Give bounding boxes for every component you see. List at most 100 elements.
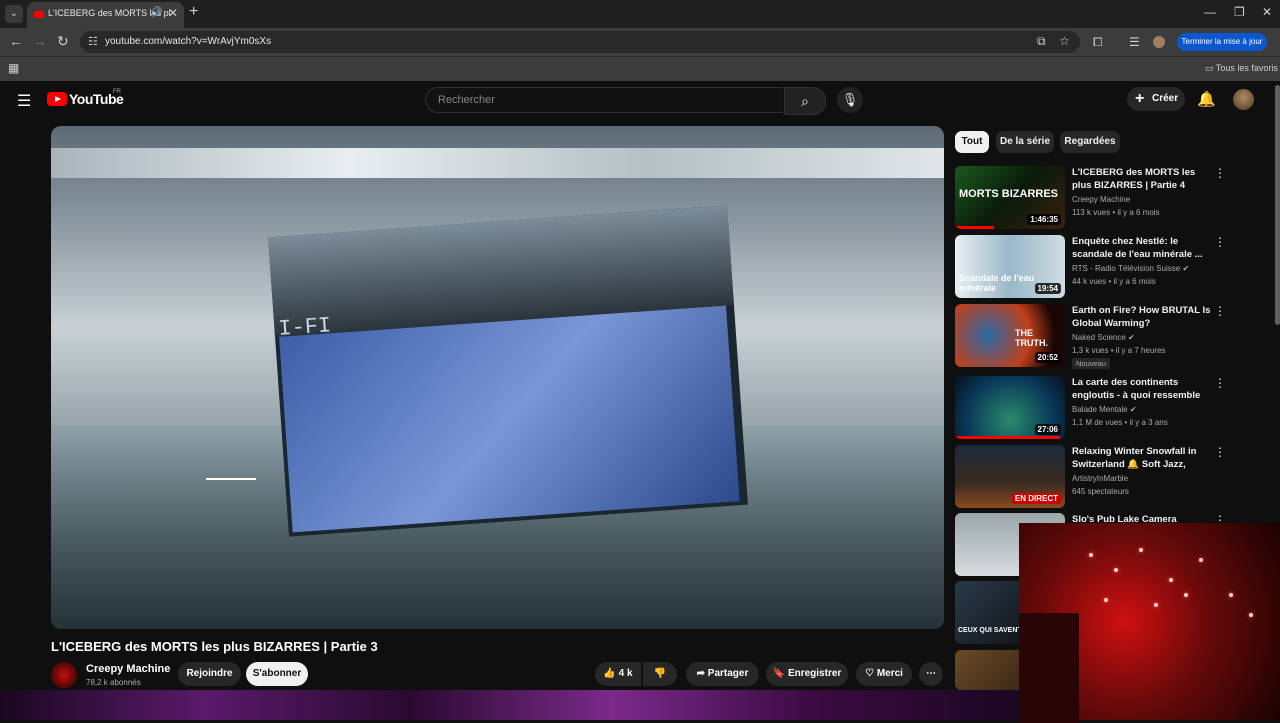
duration-badge: 20:52 bbox=[1034, 352, 1061, 363]
new-tab-icon[interactable]: + bbox=[189, 3, 198, 21]
account-avatar[interactable] bbox=[1233, 89, 1254, 110]
youtube-favicon-icon bbox=[34, 11, 44, 18]
search-box bbox=[425, 87, 783, 113]
more-vertical-icon[interactable]: ⋮ bbox=[1214, 166, 1226, 180]
page-scrollbar[interactable] bbox=[1275, 85, 1280, 325]
url-text: youtube.com/watch?v=WrAvjYm0sXs bbox=[105, 36, 272, 47]
recommendation-channel[interactable]: RTS - Radio Télévision Suisse ✔ bbox=[1072, 264, 1189, 273]
photo-water bbox=[279, 305, 740, 533]
recommendation-title[interactable]: Earth on Fire? How BRUTAL Is Global Warm… bbox=[1072, 304, 1212, 330]
recommendation-meta: 1,3 k vues • il y a 7 heures bbox=[1072, 346, 1166, 355]
webcam-pc-silhouette bbox=[1019, 613, 1079, 723]
recommendation-title[interactable]: Relaxing Winter Snowfall in Switzerland … bbox=[1072, 445, 1212, 472]
audio-playing-icon[interactable]: 🔊 bbox=[150, 7, 162, 18]
more-vertical-icon[interactable]: ⋮ bbox=[1214, 445, 1226, 459]
duration-badge: 1:46:35 bbox=[1027, 214, 1061, 225]
browser-tab[interactable]: L'ICEBERG des MORTS les plus BIZARRES | … bbox=[27, 2, 184, 28]
recommendation-meta: 44 k vues • il y a 6 mois bbox=[1072, 277, 1156, 286]
channel-name[interactable]: Creepy Machine bbox=[86, 663, 170, 675]
fairy-light bbox=[1104, 598, 1108, 602]
recommendation-title[interactable]: La carte des continents engloutis - à qu… bbox=[1072, 376, 1212, 403]
join-button[interactable]: Rejoindre bbox=[178, 662, 241, 686]
list-item[interactable]: EN DIRECT Relaxing Winter Snowfall in Sw… bbox=[955, 445, 1275, 509]
reading-list-icon[interactable]: ☰ bbox=[1129, 35, 1140, 49]
recommendation-title[interactable]: Enquête chez Nestlé: le scandale de l'ea… bbox=[1072, 235, 1212, 261]
recommendation-channel[interactable]: Balade Mentale ✔ bbox=[1072, 405, 1137, 414]
bookmark-star-icon[interactable]: ☆ bbox=[1059, 34, 1070, 48]
create-label: Créer bbox=[1152, 93, 1179, 104]
minimize-icon[interactable]: — bbox=[1204, 5, 1216, 19]
fairy-light bbox=[1249, 613, 1253, 617]
video-player[interactable]: I-FI bbox=[51, 126, 944, 629]
list-item[interactable]: MORTS BIZARRES 1:46:35 L'ICEBERG des MOR… bbox=[955, 166, 1275, 230]
video-frame-sky bbox=[51, 148, 944, 178]
duration-badge: 27:06 bbox=[1034, 424, 1061, 435]
profile-avatar[interactable] bbox=[1153, 36, 1165, 48]
extensions-icon[interactable]: ⧠ bbox=[1093, 35, 1103, 50]
recommendation-channel[interactable]: Naked Science ✔ bbox=[1072, 333, 1135, 342]
description-area-overlay bbox=[0, 690, 1020, 720]
share-button[interactable]: ➦ Partager bbox=[686, 662, 759, 686]
more-actions-button[interactable]: ⋯ bbox=[919, 662, 943, 686]
youtube-logo-icon[interactable] bbox=[47, 92, 67, 106]
back-icon[interactable]: ← bbox=[9, 33, 23, 49]
chip-watched[interactable]: Regardées bbox=[1060, 131, 1120, 153]
thanks-button[interactable]: ♡ Merci bbox=[856, 662, 912, 686]
video-overlay-text: I-FI bbox=[277, 313, 333, 342]
fairy-light bbox=[1114, 568, 1118, 572]
watch-progress-bar bbox=[955, 436, 1060, 439]
like-count: 4 k bbox=[618, 668, 633, 679]
video-thumbnail[interactable]: Scandale de l'eau minérale 19:54 bbox=[955, 235, 1065, 298]
restore-icon[interactable]: ❐ bbox=[1234, 5, 1245, 19]
all-bookmarks[interactable]: ▭ Tous les favoris bbox=[1205, 63, 1278, 74]
create-button[interactable]: + Créer bbox=[1127, 87, 1185, 111]
video-light-streak bbox=[206, 478, 256, 480]
reload-icon[interactable]: ↻ bbox=[57, 33, 69, 50]
thanks-icon: ♡ bbox=[865, 668, 875, 679]
update-button[interactable]: Terminer la mise à jour bbox=[1177, 33, 1267, 51]
channel-name-text: RTS - Radio Télévision Suisse bbox=[1072, 264, 1181, 273]
duration-badge: 19:54 bbox=[1034, 283, 1061, 294]
chip-all[interactable]: Tout bbox=[955, 131, 989, 153]
dislike-button[interactable]: 👎 bbox=[643, 662, 677, 686]
more-vertical-icon[interactable]: ⋮ bbox=[1214, 376, 1226, 390]
recommendation-channel[interactable]: ArtistryInMarble bbox=[1072, 474, 1128, 483]
subscribe-button[interactable]: S'abonner bbox=[246, 662, 308, 686]
more-vertical-icon[interactable]: ⋮ bbox=[1214, 304, 1226, 318]
site-info-icon[interactable]: ☷ bbox=[88, 35, 98, 48]
plus-icon: + bbox=[1135, 90, 1145, 107]
fairy-light bbox=[1199, 558, 1203, 562]
close-tab-icon[interactable]: ✕ bbox=[168, 6, 178, 20]
save-button[interactable]: 🔖 Enregistrer bbox=[766, 662, 848, 686]
hamburger-menu-icon[interactable]: ☰ bbox=[17, 91, 31, 111]
video-title: L'ICEBERG des MORTS les plus BIZARRES | … bbox=[51, 639, 378, 654]
notifications-bell-icon[interactable]: 🔔 bbox=[1197, 90, 1216, 108]
bookmarks-bar: ▦ ▭ Tous les favoris bbox=[0, 56, 1280, 81]
forward-icon[interactable]: → bbox=[33, 33, 47, 49]
video-thumbnail[interactable]: 27:06 bbox=[955, 376, 1065, 439]
thumbs-up-icon: 👍 bbox=[603, 668, 616, 679]
thumbs-down-icon: 👎 bbox=[653, 668, 667, 679]
fairy-light bbox=[1184, 593, 1188, 597]
more-vertical-icon[interactable]: ⋮ bbox=[1214, 235, 1226, 249]
video-thumbnail[interactable]: MORTS BIZARRES 1:46:35 bbox=[955, 166, 1065, 229]
close-window-icon[interactable]: ✕ bbox=[1262, 5, 1272, 19]
voice-search-button[interactable]: 🎙 bbox=[837, 87, 863, 113]
address-bar[interactable]: ☷ youtube.com/watch?v=WrAvjYm0sXs ⧉ ☆ bbox=[80, 31, 1080, 53]
channel-avatar[interactable] bbox=[51, 662, 77, 688]
list-item[interactable]: THE TRUTH. 20:52 Earth on Fire? How BRUT… bbox=[955, 304, 1275, 369]
install-app-icon[interactable]: ⧉ bbox=[1037, 34, 1046, 49]
list-item[interactable]: Scandale de l'eau minérale 19:54 Enquête… bbox=[955, 235, 1275, 299]
search-button[interactable]: ⌕ bbox=[784, 87, 826, 115]
apps-grid-icon[interactable]: ▦ bbox=[8, 61, 19, 75]
list-item[interactable]: 27:06 La carte des continents engloutis … bbox=[955, 376, 1275, 440]
like-button[interactable]: 👍 4 k bbox=[595, 662, 641, 686]
search-input[interactable] bbox=[436, 93, 770, 107]
video-thumbnail[interactable]: EN DIRECT bbox=[955, 445, 1065, 508]
tab-search-dropdown-icon[interactable]: ⌄ bbox=[5, 5, 23, 23]
recommendation-channel[interactable]: Creepy Machine bbox=[1072, 195, 1130, 204]
chip-series[interactable]: De la série bbox=[996, 131, 1054, 153]
video-thumbnail[interactable]: THE TRUTH. 20:52 bbox=[955, 304, 1065, 367]
recommendation-title[interactable]: L'ICEBERG des MORTS les plus BIZARRES | … bbox=[1072, 166, 1212, 192]
recommendation-meta: 1,1 M de vues • il y a 3 ans bbox=[1072, 418, 1168, 427]
